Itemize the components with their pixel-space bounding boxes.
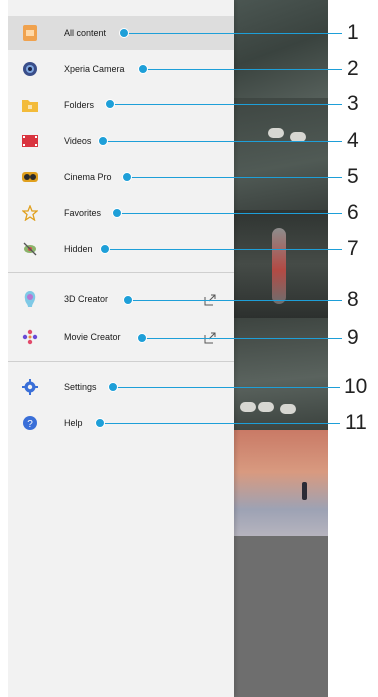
stage: All content Xperia Camera Folders Videos [0,0,378,697]
sheep-shape [280,404,296,414]
movie-creator-icon [22,329,38,345]
callout-number: 1 [347,21,359,44]
menu-item-label: Help [64,418,83,428]
external-link-icon [204,331,216,344]
menu-divider [8,361,234,362]
callout-number: 7 [347,237,359,260]
folder-icon [22,97,38,113]
callout-line [103,141,342,142]
callout-dot [112,208,122,218]
svg-text:?: ? [27,419,33,430]
menu-item-label: Videos [64,136,92,146]
sheep-shape [240,402,256,412]
callout-dot [105,99,115,109]
callout-line [128,300,342,301]
menu-item-label: Cinema Pro [64,172,112,182]
help-icon: ? [22,415,38,431]
callout-line [117,213,342,214]
photo-placeholder [234,536,328,697]
all-content-icon [22,25,38,41]
menu-item-label: Favorites [64,208,102,218]
callout-dot [98,136,108,146]
callout-number: 10 [344,375,368,398]
callout-number: 2 [347,57,359,80]
menu-item-label: Xperia Camera [64,64,125,74]
person-shape [302,482,307,500]
callout-number: 5 [347,165,359,188]
callout-line [142,338,342,339]
callout-dot [100,244,110,254]
camera-icon [22,61,38,77]
callout-line [113,387,340,388]
callout-dot [123,295,133,305]
video-film-icon [22,133,38,149]
photo-thumbnail[interactable] [234,98,328,210]
photo-thumbnail[interactable] [234,0,328,98]
callout-line [143,69,342,70]
callout-number: 6 [347,201,359,224]
callout-line [105,249,342,250]
callout-dot [95,418,105,428]
callout-number: 4 [347,129,359,152]
callout-number: 3 [347,92,359,115]
photo-thumbnail[interactable] [234,430,328,536]
3d-creator-icon [22,291,38,307]
callout-number: 9 [347,326,359,349]
callout-line [110,104,342,105]
callout-dot [119,28,129,38]
external-link-icon [204,293,216,306]
callout-dot [122,172,132,182]
menu-item-label: Hidden [64,244,93,254]
callout-number: 11 [345,411,367,434]
cinema-pro-icon [22,169,38,185]
callout-dot [138,64,148,74]
menu-item-3d-creator[interactable]: 3D Creator [8,282,234,316]
callout-number: 8 [347,288,359,311]
menu-item-label: 3D Creator [64,294,109,304]
callout-dot [108,382,118,392]
gear-icon [22,379,38,395]
menu-item-folders[interactable]: Folders [8,88,234,122]
callout-line [127,177,342,178]
menu-item-label: Movie Creator [64,332,121,342]
callout-dot [137,333,147,343]
photo-thumbnail[interactable] [234,210,328,318]
callout-line [124,33,342,34]
boat-shape [272,228,286,304]
hidden-eye-icon [22,241,38,257]
star-icon [22,205,38,221]
menu-divider [8,272,234,273]
photo-thumbnail[interactable] [234,318,328,430]
menu-item-movie-creator[interactable]: Movie Creator [8,320,234,354]
sheep-shape [258,402,274,412]
menu-item-label: Folders [64,100,95,110]
menu-item-label: Settings [64,382,97,392]
sheep-shape [268,128,284,138]
callout-line [100,423,340,424]
menu-item-label: All content [64,28,107,38]
